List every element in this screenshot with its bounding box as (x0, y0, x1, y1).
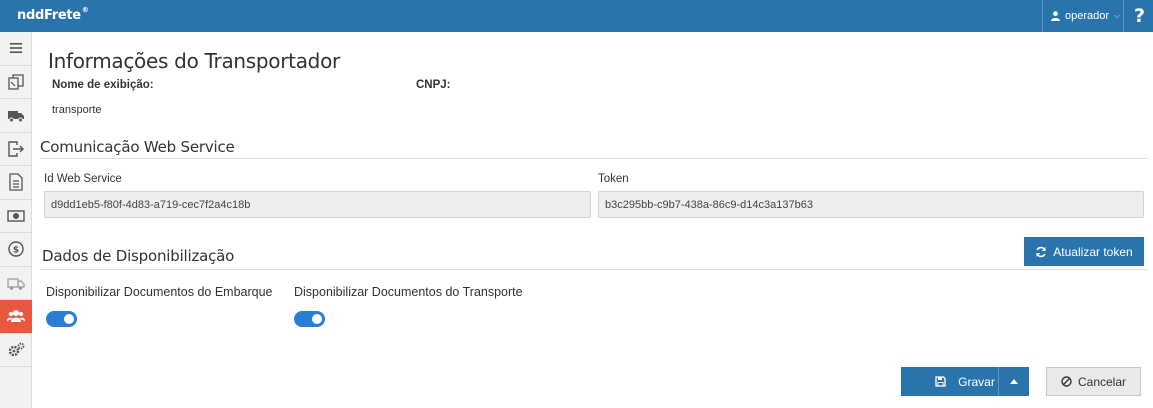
user-menu[interactable]: operador ⌵ (1042, 0, 1124, 32)
sidebar-item-users[interactable] (0, 300, 32, 334)
sidebar-item-menu[interactable] (0, 32, 32, 66)
split-divider (998, 367, 999, 396)
caret-up-icon (1010, 379, 1018, 384)
sidebar-item-export[interactable] (0, 133, 32, 166)
divider (40, 158, 1148, 159)
truck-icon (8, 111, 24, 123)
svg-text:$: $ (13, 246, 19, 256)
availability-section-title: Dados de Disponibilização (42, 247, 235, 265)
cancel-label: Cancelar (1077, 374, 1127, 389)
refresh-token-label: Atualizar token (1053, 244, 1133, 259)
app-logo[interactable]: nddFrete® (17, 6, 89, 23)
toggle-knob (312, 314, 322, 324)
toggle-embarque-label: Disponibilizar Documentos do Embarque (46, 285, 273, 299)
sidebar-item-file[interactable] (0, 166, 32, 200)
menu-icon (10, 43, 22, 54)
sidebar-item-truck[interactable] (0, 99, 32, 133)
id-webservice-label: Id Web Service (44, 173, 122, 185)
toggle-knob (64, 314, 74, 324)
refresh-token-button[interactable]: Atualizar token (1024, 237, 1144, 266)
toggle-transporte-label: Disponibilizar Documentos do Transporte (294, 285, 523, 299)
file-icon (9, 173, 23, 191)
cancel-button[interactable]: Cancelar (1046, 367, 1141, 396)
token-field[interactable]: b3c295bb-c9b7-438a-86c9-d14c3a137b63 (598, 191, 1144, 218)
sidebar-item-payment-cycle[interactable]: $ (0, 233, 32, 267)
token-label: Token (598, 173, 629, 185)
chevron-down-icon: ⌵ (1114, 11, 1121, 20)
toggle-transporte[interactable] (294, 311, 325, 327)
display-name-value: transporte (52, 104, 102, 116)
sidebar-item-settings[interactable] (0, 334, 32, 367)
settings-icon (8, 342, 25, 356)
toggle-embarque[interactable] (46, 311, 77, 327)
delivery-truck-icon (7, 278, 25, 290)
main-content: Informações do Transportador Nome de exi… (33, 32, 1153, 408)
top-bar: nddFrete® operador ⌵ ? (0, 0, 1153, 32)
save-icon (935, 376, 946, 387)
help-button[interactable]: ? (1126, 0, 1153, 32)
cnpj-label: CNPJ: (416, 79, 451, 91)
ban-icon (1061, 376, 1072, 387)
sidebar-item-money[interactable] (0, 200, 32, 233)
webservice-section-title: Comunicação Web Service (40, 138, 235, 156)
display-name-label: Nome de exibição: (52, 79, 154, 91)
save-options-dropdown[interactable] (999, 367, 1029, 396)
page-title: Informações do Transportador (48, 49, 340, 73)
user-name: operador (1065, 10, 1110, 22)
refresh-icon (1036, 246, 1047, 257)
export-icon (8, 141, 24, 157)
users-icon (7, 310, 25, 323)
money-icon (7, 210, 25, 222)
documents-icon (8, 74, 24, 90)
user-icon (1051, 11, 1060, 21)
id-webservice-field[interactable]: d9dd1eb5-f80f-4d83-a719-cec7f2a4c18b (44, 191, 591, 218)
sidebar-item-delivery[interactable] (0, 267, 32, 300)
save-label: Gravar (958, 374, 995, 389)
payment-cycle-icon: $ (8, 241, 24, 257)
sidebar: $ (0, 32, 32, 408)
divider (40, 269, 1148, 270)
sidebar-item-documents[interactable] (0, 66, 32, 99)
